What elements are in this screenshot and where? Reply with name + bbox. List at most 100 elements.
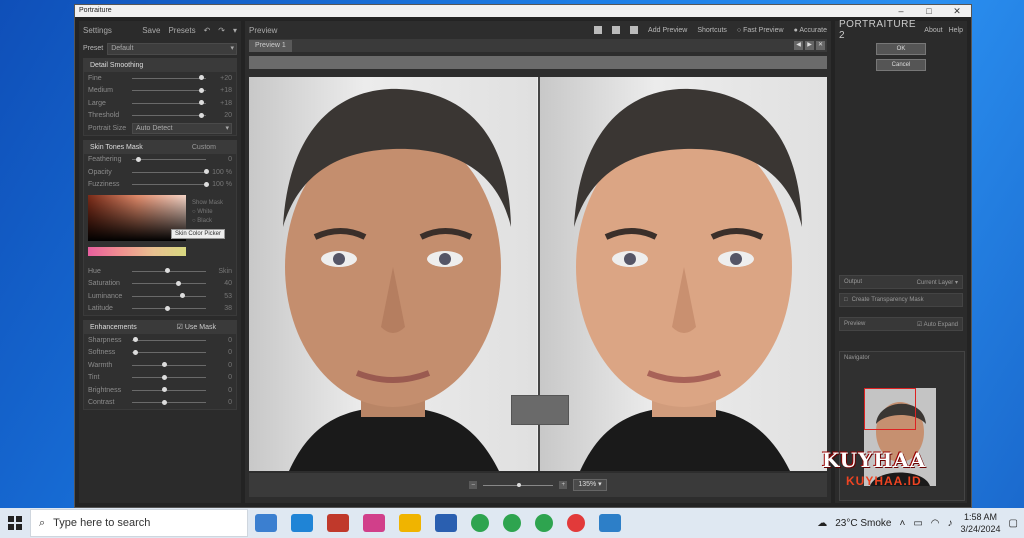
- transparency-row[interactable]: □ Create Transparency Mask: [839, 293, 963, 307]
- skin-mask-slider-knob[interactable]: [203, 181, 209, 187]
- battery-icon[interactable]: ▭: [913, 518, 922, 529]
- skin-mask-title[interactable]: Skin Tones Mask Custom: [84, 140, 236, 154]
- detail-smoothing-title[interactable]: Detail Smoothing: [84, 59, 236, 72]
- hsl-slider-track[interactable]: [132, 305, 206, 311]
- enhancement-slider-knob[interactable]: [161, 387, 167, 393]
- hsl-slider-value[interactable]: Skin: [212, 268, 232, 275]
- skin-mask-slider-value[interactable]: 0: [212, 156, 232, 163]
- skin-mask-slider-knob[interactable]: [135, 156, 141, 162]
- smoothing-slider-value[interactable]: 20: [212, 112, 232, 119]
- navigator-viewport[interactable]: [864, 388, 916, 430]
- hsl-slider-track[interactable]: [132, 280, 206, 286]
- close-button[interactable]: ✕: [943, 5, 971, 17]
- enhancement-slider-value[interactable]: 0: [212, 399, 232, 406]
- enhancement-slider-value[interactable]: 0: [212, 349, 232, 356]
- enhancement-slider-value[interactable]: 0: [212, 362, 232, 369]
- volume-icon[interactable]: ♪: [948, 518, 953, 529]
- notification-icon[interactable]: ▢: [1009, 518, 1018, 529]
- hsl-slider-knob[interactable]: [176, 280, 182, 286]
- skin-mask-mode[interactable]: Custom: [192, 141, 216, 154]
- tab-prev-icon[interactable]: ◀: [794, 41, 803, 50]
- maximize-button[interactable]: □: [915, 5, 943, 17]
- zoom-in-button[interactable]: +: [559, 481, 568, 489]
- zoom-knob[interactable]: [517, 482, 522, 487]
- output-select[interactable]: Current Layer ▾: [917, 279, 958, 286]
- enhancement-slider-track[interactable]: [132, 349, 206, 355]
- single-view-icon[interactable]: [594, 26, 603, 34]
- minimize-button[interactable]: –: [887, 5, 915, 17]
- shortcuts-button[interactable]: Shortcuts: [697, 27, 727, 34]
- add-preview-button[interactable]: Add Preview: [648, 27, 687, 34]
- chrome-icon[interactable]: [567, 514, 585, 532]
- weather-text[interactable]: 23°C Smoke: [835, 518, 891, 529]
- app-window-icon[interactable]: [599, 514, 621, 532]
- help-link[interactable]: Help: [949, 27, 963, 34]
- tab-preview-1[interactable]: Preview 1: [249, 39, 292, 52]
- cancel-button[interactable]: Cancel: [876, 59, 926, 71]
- menu-chevron-icon[interactable]: ▾: [233, 26, 237, 35]
- about-link[interactable]: About: [924, 27, 942, 34]
- clock[interactable]: 1:58 AM 3/24/2024: [961, 511, 1001, 535]
- winrar-icon[interactable]: [327, 514, 349, 532]
- skin-mask-slider-track[interactable]: [132, 181, 209, 187]
- fast-preview-radio[interactable]: ○ Fast Preview: [737, 27, 784, 34]
- smoothing-slider-knob[interactable]: [198, 75, 204, 81]
- chrome-icon[interactable]: [471, 514, 489, 532]
- smoothing-slider-track[interactable]: [132, 75, 206, 81]
- preset-select[interactable]: Default: [107, 42, 237, 55]
- side-by-side-icon[interactable]: [630, 26, 639, 34]
- word-icon[interactable]: [435, 514, 457, 532]
- skin-mask-slider-track[interactable]: [132, 156, 206, 162]
- enhancement-slider-track[interactable]: [132, 337, 206, 343]
- split-handle[interactable]: [511, 395, 569, 425]
- enhancement-slider-value[interactable]: 0: [212, 374, 232, 381]
- hsl-slider-value[interactable]: 53: [212, 293, 232, 300]
- chrome-icon[interactable]: [535, 514, 553, 532]
- enhancement-slider-value[interactable]: 0: [212, 387, 232, 394]
- smoothing-slider-knob[interactable]: [198, 87, 204, 93]
- smoothing-slider-value[interactable]: +18: [212, 87, 232, 94]
- mail-icon[interactable]: [291, 514, 313, 532]
- task-view-icon[interactable]: [255, 514, 277, 532]
- enhancement-slider-track[interactable]: [132, 387, 206, 393]
- enhancement-slider-knob[interactable]: [133, 337, 139, 343]
- portrait-size-select[interactable]: Auto Detect: [132, 122, 232, 134]
- split-view-icon[interactable]: [612, 26, 621, 34]
- hsl-slider-knob[interactable]: [180, 293, 186, 299]
- zoom-select[interactable]: 135% ▾: [573, 479, 607, 491]
- app-icon[interactable]: [363, 514, 385, 532]
- smoothing-slider-track[interactable]: [132, 100, 206, 106]
- smoothing-slider-value[interactable]: +20: [212, 75, 232, 82]
- smoothing-slider-track[interactable]: [132, 87, 206, 93]
- smoothing-slider-knob[interactable]: [198, 112, 204, 118]
- use-mask-checkbox[interactable]: ☑ Use Mask: [177, 321, 216, 334]
- file-explorer-icon[interactable]: [399, 514, 421, 532]
- accurate-radio[interactable]: ● Accurate: [794, 27, 827, 34]
- hue-strip[interactable]: [88, 247, 186, 256]
- skin-mask-slider-value[interactable]: 100 %: [212, 169, 232, 176]
- enhancement-slider-track[interactable]: [132, 362, 206, 368]
- enhancement-slider-knob[interactable]: [161, 362, 167, 368]
- start-button[interactable]: [0, 508, 30, 538]
- hsl-slider-value[interactable]: 38: [212, 305, 232, 312]
- hsl-slider-track[interactable]: [132, 293, 206, 299]
- smoothing-slider-value[interactable]: +18: [212, 100, 232, 107]
- smoothing-slider-knob[interactable]: [198, 100, 204, 106]
- wifi-icon[interactable]: ◠: [931, 518, 940, 529]
- skin-mask-slider-value[interactable]: 100 %: [212, 181, 232, 188]
- hsl-slider-value[interactable]: 40: [212, 280, 232, 287]
- auto-expand-checkbox[interactable]: ☑ Auto Expand: [917, 321, 958, 328]
- enhancements-title[interactable]: Enhancements ☑ Use Mask: [84, 321, 236, 334]
- transparency-checkbox[interactable]: □: [844, 297, 848, 303]
- tab-next-icon[interactable]: ▶: [805, 41, 814, 50]
- tab-close-icon[interactable]: ✕: [816, 41, 825, 50]
- enhancement-slider-value[interactable]: 0: [212, 337, 232, 344]
- zoom-slider[interactable]: [483, 482, 554, 487]
- skin-mask-slider-track[interactable]: [132, 169, 209, 175]
- ok-button[interactable]: OK: [876, 43, 926, 55]
- enhancement-slider-knob[interactable]: [161, 374, 167, 380]
- save-button[interactable]: Save: [142, 26, 160, 35]
- enhancement-slider-track[interactable]: [132, 374, 206, 380]
- undo-icon[interactable]: ↶: [204, 26, 211, 35]
- hsl-slider-knob[interactable]: [165, 268, 171, 274]
